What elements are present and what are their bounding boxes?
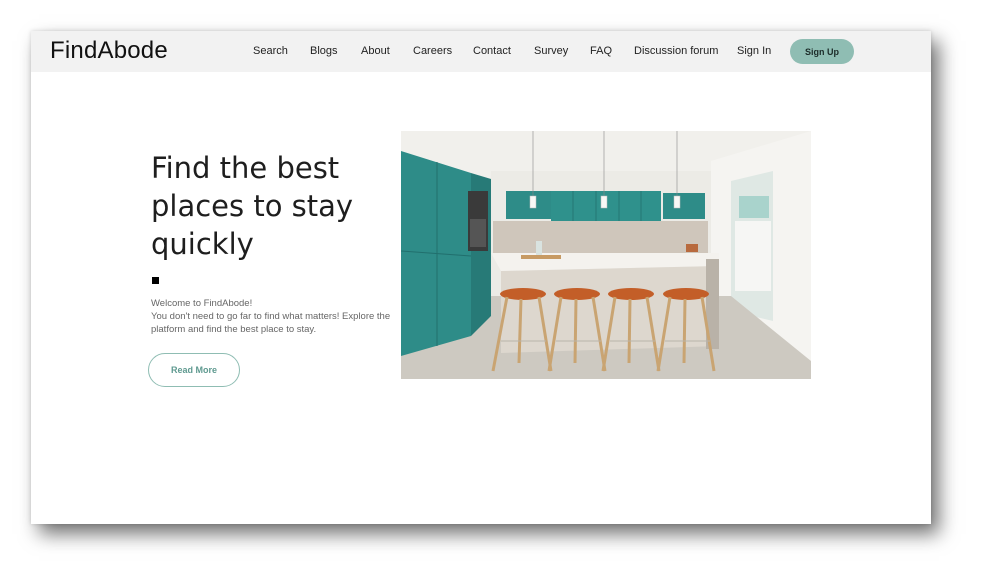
kitchen-photo [401,131,811,379]
top-navbar: FindAbode Search Blogs About Careers Con… [31,31,931,72]
intro-line-2: You don't need to go far to find what ma… [151,311,391,322]
read-more-button[interactable]: Read More [148,353,240,387]
hero-title-line-1: Find the best [151,151,340,185]
page-window: FindAbode Search Blogs About Careers Con… [31,31,931,524]
nav-faq[interactable]: FAQ [590,45,612,57]
hero-title-line-3: quickly [151,227,254,261]
hero-intro-text: Welcome to FindAbode! You don't need to … [151,297,411,336]
hero-title-line-2: places to stay [151,189,354,223]
hero-title: Find the best places to stay quickly [151,149,411,263]
nav-blogs[interactable]: Blogs [310,45,338,57]
kitchen-illustration [401,131,811,379]
nav-about[interactable]: About [361,45,390,57]
brand-logo[interactable]: FindAbode [50,37,168,65]
nav-survey[interactable]: Survey [534,45,568,57]
nav-discussion-forum[interactable]: Discussion forum [634,45,718,57]
nav-search[interactable]: Search [253,45,288,57]
square-bullet-icon [152,277,159,284]
nav-sign-in[interactable]: Sign In [737,45,771,57]
sign-up-button[interactable]: Sign Up [790,39,854,64]
nav-careers[interactable]: Careers [413,45,452,57]
intro-line-3: platform and find the best place to stay… [151,324,317,335]
intro-line-1: Welcome to FindAbode! [151,298,253,309]
nav-contact[interactable]: Contact [473,45,511,57]
